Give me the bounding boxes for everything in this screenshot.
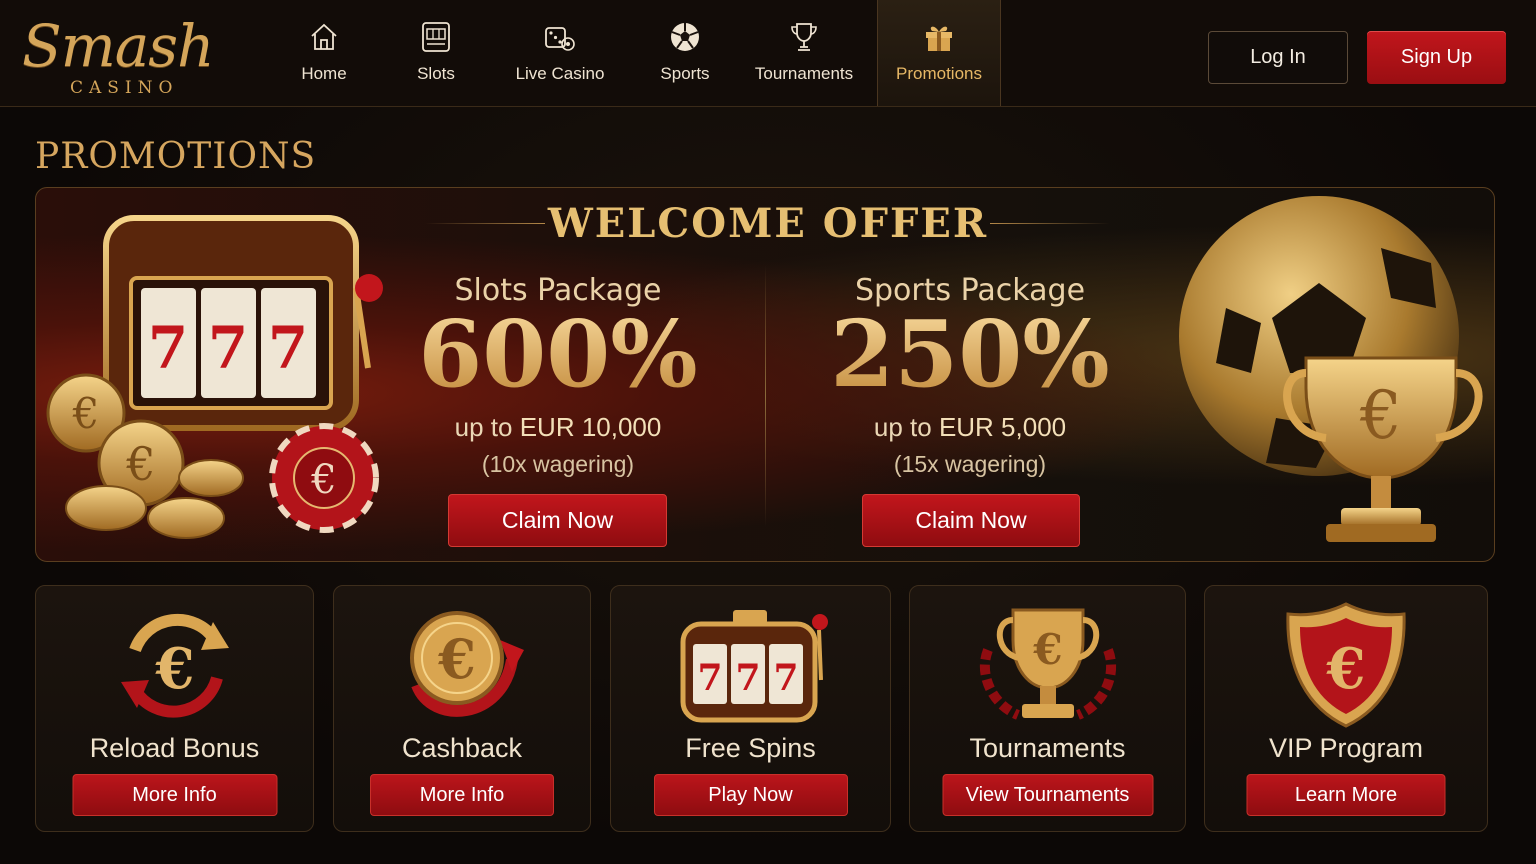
page-title: PROMOTIONS <box>35 136 317 177</box>
welcome-offer-heading: WELCOME OFFER <box>547 200 989 247</box>
nav-sports-label: Sports <box>660 64 710 83</box>
dice-icon <box>545 27 575 51</box>
svg-text:€: € <box>72 389 100 438</box>
svg-text:€: € <box>437 627 476 691</box>
login-button[interactable]: Log In <box>1208 31 1348 84</box>
brand-subtitle: CASINO <box>70 78 179 98</box>
sports-package-percent: 250% <box>820 308 1120 400</box>
svg-text:€: € <box>1032 625 1062 674</box>
vip-learn-more-button[interactable]: Learn More <box>1246 774 1446 816</box>
slots-upto-prefix: up to <box>454 412 513 442</box>
promo-title-reload: Reload Bonus <box>89 733 260 763</box>
euro-cashback-icon: € <box>410 611 524 717</box>
sports-package: Sports Package 250% up to EUR 5,000 (15x… <box>820 273 1120 478</box>
svg-text:€: € <box>310 457 336 503</box>
nav-slots-label: Slots <box>417 64 455 83</box>
promo-card-reload: € Reload Bonus More Info <box>35 585 314 832</box>
claim-slots-button[interactable]: Claim Now <box>448 494 667 547</box>
gift-icon <box>926 26 952 51</box>
cashback-more-info-button[interactable]: More Info <box>370 774 554 816</box>
slots-package-amount: EUR 10,000 <box>519 412 662 442</box>
promo-card-cashback: € Cashback More Info <box>333 585 591 832</box>
sports-upto-prefix: up to <box>873 412 932 442</box>
svg-text:7: 7 <box>268 314 308 382</box>
sports-package-limit: up to EUR 5,000 <box>820 412 1120 443</box>
brand-logo[interactable]: Smash CASINO <box>20 10 220 100</box>
svg-text:7: 7 <box>773 657 798 699</box>
slot-machine-illustration: 7 7 7 <box>103 215 383 431</box>
nav-sports[interactable]: Sports <box>645 0 725 106</box>
reload-more-info-button[interactable]: More Info <box>72 774 277 816</box>
promo-card-tournaments: € Tournaments View Tournaments <box>909 585 1186 832</box>
signup-button[interactable]: Sign Up <box>1367 31 1506 84</box>
trophy-icon <box>791 23 817 51</box>
sports-package-amount: EUR 5,000 <box>938 412 1067 442</box>
promo-card-free-spins: 7 7 7 Free Spins Play Now <box>610 585 891 832</box>
svg-text:€: € <box>154 636 194 702</box>
slot-machine-icon <box>422 22 450 52</box>
promo-title-cashback: Cashback <box>401 733 523 763</box>
free-spins-play-now-button[interactable]: Play Now <box>653 774 848 816</box>
nav-live-casino[interactable]: Live Casino <box>508 0 612 106</box>
packages-divider <box>765 265 766 527</box>
slots-package-percent: 600% <box>408 308 708 400</box>
promo-title-free-spins: Free Spins <box>685 733 816 763</box>
slot-machine-777-icon: 7 7 7 <box>680 610 828 723</box>
slots-package-wagering: (10x wagering) <box>481 451 635 477</box>
svg-text:7: 7 <box>148 314 188 382</box>
svg-text:€: € <box>1326 636 1366 702</box>
svg-text:7: 7 <box>208 314 248 382</box>
slots-package-limit: up to EUR 10,000 <box>408 412 708 443</box>
top-header: Smash CASINO Home Slots Live Casino Spor… <box>0 0 1536 107</box>
nav-home[interactable]: Home <box>284 0 364 106</box>
promo-card-vip: € VIP Program Learn More <box>1204 585 1488 832</box>
promo-title-vip: VIP Program <box>1268 733 1424 763</box>
nav-slots[interactable]: Slots <box>396 0 476 106</box>
sports-package-wagering: (15x wagering) <box>893 451 1047 477</box>
brand-name: Smash <box>22 12 214 80</box>
nav-promotions-label: Promotions <box>896 64 982 83</box>
nav-promotions[interactable]: Promotions <box>877 0 1001 106</box>
nav-tournaments[interactable]: Tournaments <box>754 0 854 106</box>
svg-text:7: 7 <box>735 657 760 699</box>
slots-package: Slots Package 600% up to EUR 10,000 (10x… <box>408 273 708 478</box>
view-tournaments-button[interactable]: View Tournaments <box>942 774 1153 816</box>
soccer-ball-icon <box>671 23 699 51</box>
promo-title-tournaments: Tournaments <box>969 733 1126 763</box>
svg-text:€: € <box>125 437 155 491</box>
nav-live-casino-label: Live Casino <box>515 64 605 83</box>
trophy-laurel-icon: € <box>979 608 1116 720</box>
vip-shield-icon: € <box>1286 602 1406 728</box>
nav-tournaments-label: Tournaments <box>754 64 854 83</box>
nav-home-label: Home <box>301 64 347 83</box>
claim-sports-button[interactable]: Claim Now <box>862 494 1080 547</box>
home-icon <box>311 23 337 50</box>
svg-text:7: 7 <box>697 657 722 699</box>
svg-text:€: € <box>1359 377 1402 454</box>
euro-reload-icon: € <box>120 613 229 718</box>
